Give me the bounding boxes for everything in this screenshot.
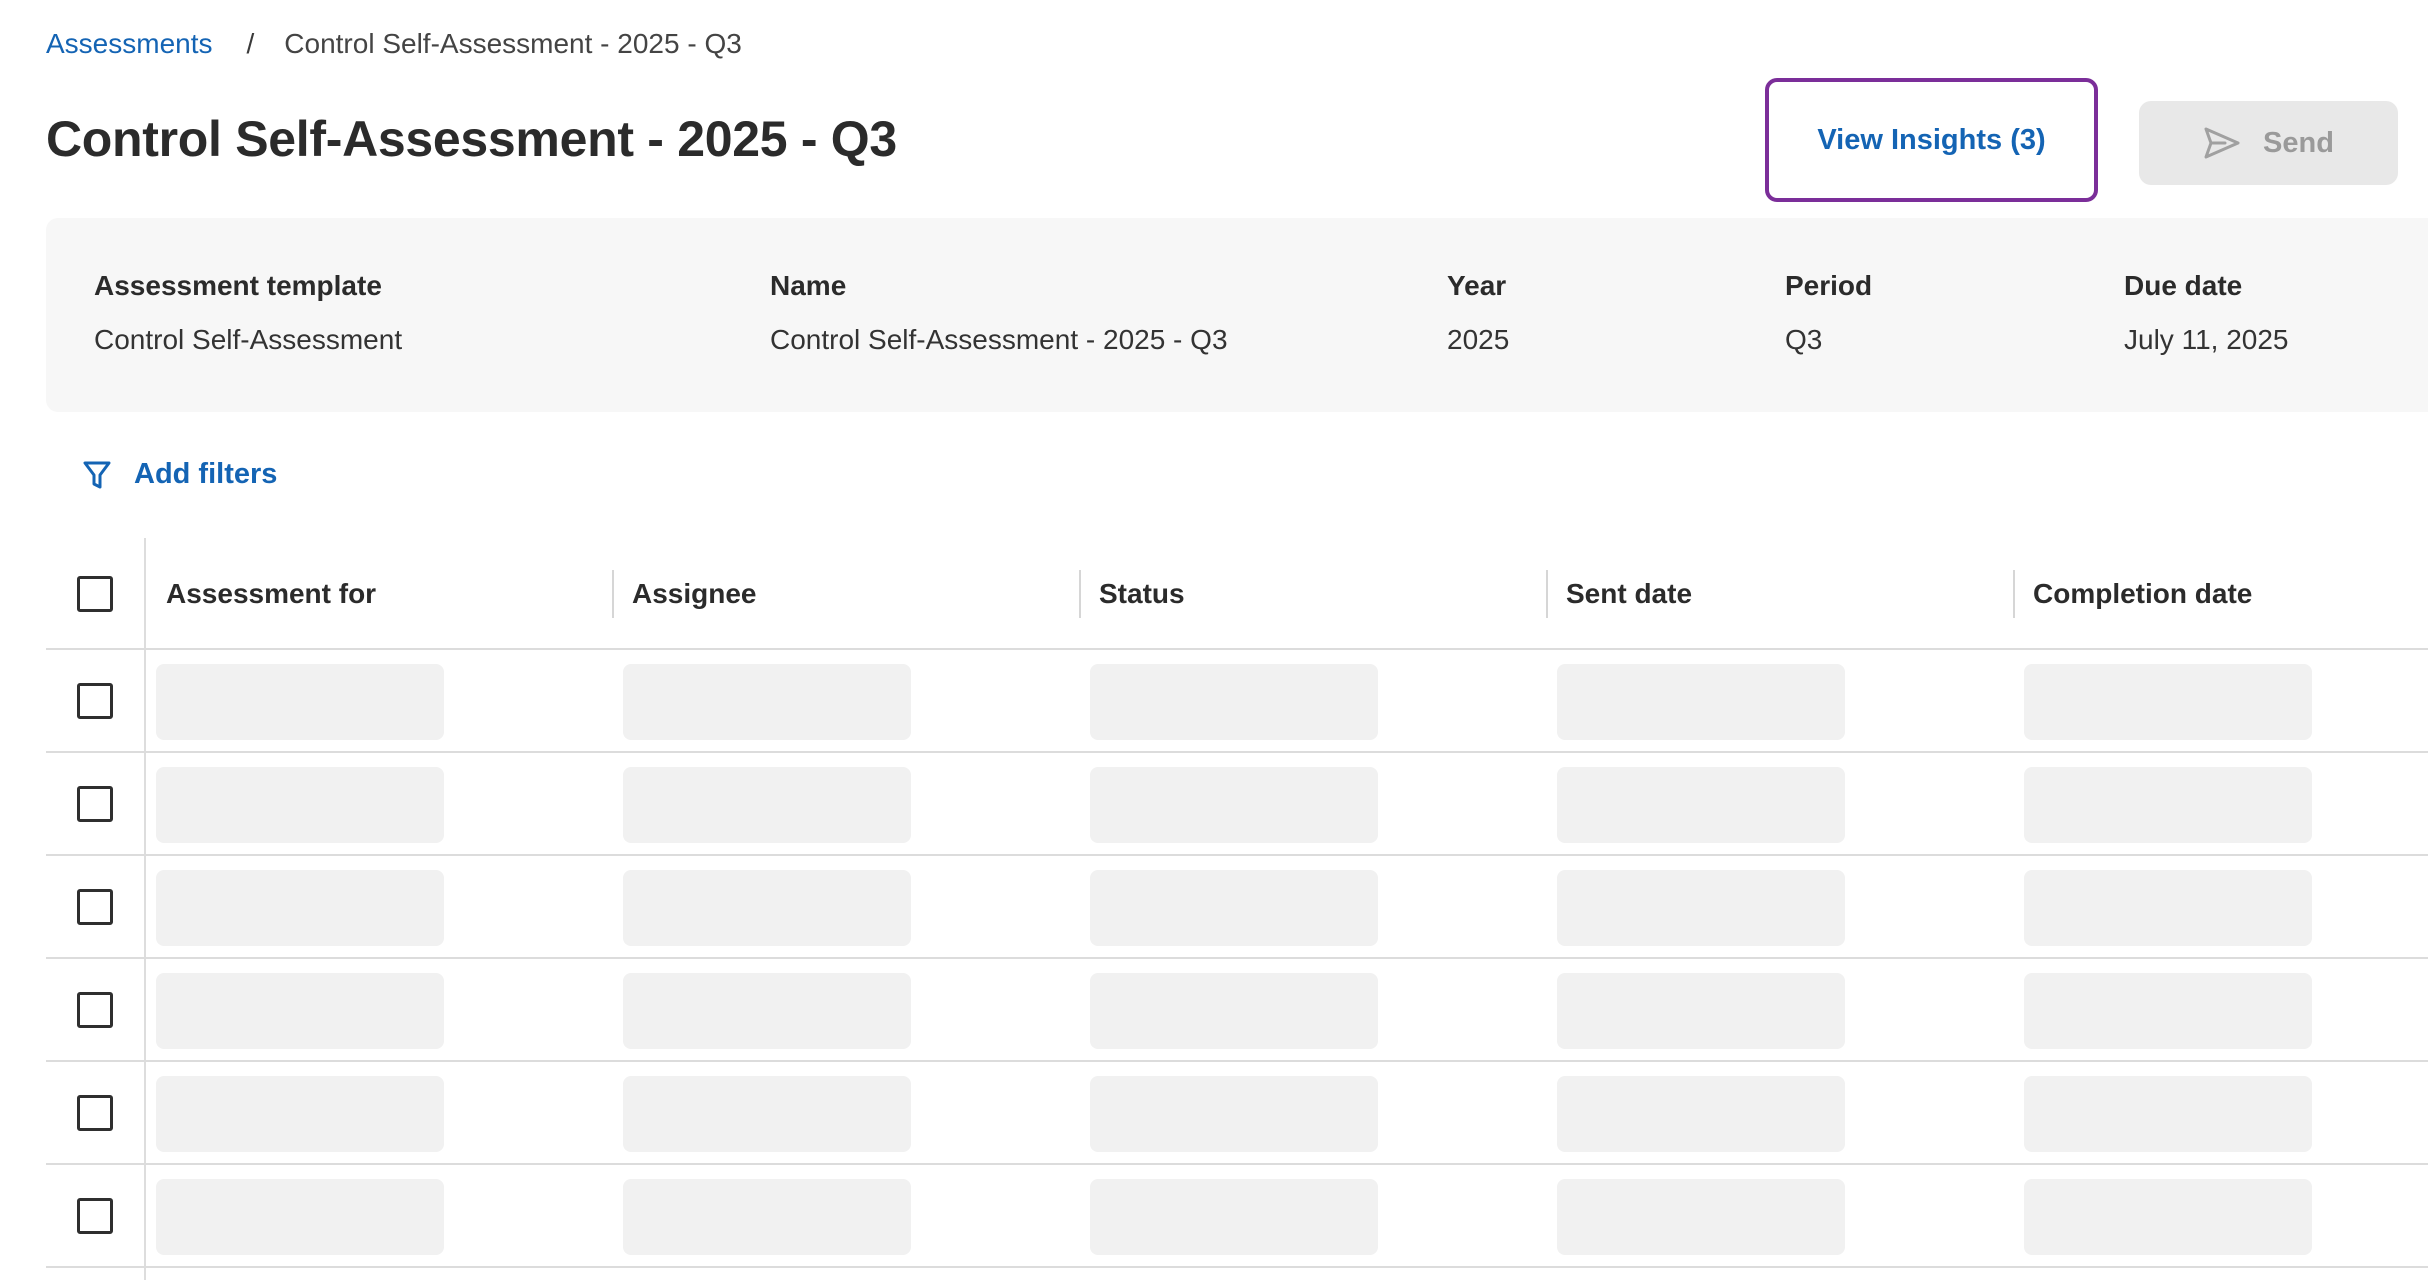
select-all-checkbox[interactable] [77,576,113,612]
assessment-summary-panel: Assessment template Control Self-Assessm… [46,218,2428,412]
field-label: Period [1785,270,1873,301]
loading-skeleton-cell [156,664,444,740]
breadcrumb-separator: / [246,28,255,59]
column-header-sent-date[interactable]: Sent date [1566,538,1692,650]
row-checkbox[interactable] [77,991,113,1028]
loading-skeleton-cell [1090,1179,1378,1255]
view-insights-label: View Insights (3) [1817,123,2046,156]
column-resize-handle[interactable] [612,570,614,618]
field-value: Control Self-Assessment - 2025 - Q3 [770,324,1228,355]
column-resize-handle[interactable] [1546,570,1548,618]
column-header-assignee[interactable]: Assignee [632,538,757,650]
field-value: 2025 [1447,324,1510,355]
add-filters-button[interactable]: Add filters [82,458,277,491]
summary-field-period: Period Q3 [1785,270,1872,356]
loading-skeleton-cell [623,1076,911,1152]
loading-skeleton-cell [1090,1076,1378,1152]
column-header-completion-date[interactable]: Completion date [2033,538,2252,650]
loading-skeleton-cell [1557,1179,1845,1255]
view-insights-button[interactable]: View Insights (3) [1765,78,2098,202]
breadcrumb: Assessments / Control Self-Assessment - … [46,28,742,60]
loading-skeleton-cell [1090,973,1378,1049]
send-icon [2204,127,2240,159]
field-label: Name [770,270,847,301]
field-label: Year [1447,270,1507,301]
column-resize-handle[interactable] [1079,570,1081,618]
loading-skeleton-cell [1557,664,1845,740]
loading-skeleton-cell [156,973,444,1049]
table-row [46,753,2428,856]
row-checkbox[interactable] [77,1197,113,1234]
loading-skeleton-cell [2024,870,2312,946]
row-checkbox[interactable] [77,1094,113,1131]
row-checkbox[interactable] [77,785,113,822]
table-row [46,959,2428,1062]
summary-field-due-date: Due date July 11, 2025 [2124,270,2289,356]
loading-skeleton-cell [156,767,444,843]
loading-skeleton-cell [156,870,444,946]
table-row [46,650,2428,753]
field-value: Q3 [1785,324,1823,355]
assessment-table: Assessment for Assignee Status Sent date… [46,538,2428,1280]
column-resize-handle[interactable] [2013,570,2015,618]
summary-field-template: Assessment template Control Self-Assessm… [94,270,402,356]
loading-skeleton-cell [2024,973,2312,1049]
page-title: Control Self-Assessment - 2025 - Q3 [46,111,897,167]
table-body [46,650,2428,1268]
row-checkbox[interactable] [77,682,113,719]
column-header-status[interactable]: Status [1099,538,1185,650]
loading-skeleton-cell [1090,664,1378,740]
loading-skeleton-cell [2024,1179,2312,1255]
loading-skeleton-cell [1557,870,1845,946]
table-header: Assessment for Assignee Status Sent date… [46,538,2428,650]
field-label: Due date [2124,270,2243,301]
loading-skeleton-cell [623,767,911,843]
send-button[interactable]: Send [2139,101,2398,185]
column-header-assessment-for[interactable]: Assessment for [166,538,376,650]
loading-skeleton-cell [156,1076,444,1152]
table-row [46,856,2428,959]
summary-field-name: Name Control Self-Assessment - 2025 - Q3 [770,270,1228,356]
loading-skeleton-cell [623,973,911,1049]
breadcrumb-link-assessments[interactable]: Assessments [46,28,213,60]
loading-skeleton-cell [623,664,911,740]
row-checkbox[interactable] [77,888,113,925]
add-filters-label: Add filters [134,458,278,490]
table-row [46,1062,2428,1165]
breadcrumb-current: Control Self-Assessment - 2025 - Q3 [284,28,742,59]
loading-skeleton-cell [1090,767,1378,843]
loading-skeleton-cell [1557,1076,1845,1152]
loading-skeleton-cell [623,1179,911,1255]
loading-skeleton-cell [623,870,911,946]
send-label: Send [2263,126,2334,159]
loading-skeleton-cell [156,1179,444,1255]
filter-icon [83,461,111,488]
field-label: Assessment template [94,270,382,301]
field-value: July 11, 2025 [2124,324,2289,355]
assessment-page: Assessments / Control Self-Assessment - … [0,0,2428,1280]
table-row [46,1165,2428,1268]
loading-skeleton-cell [2024,767,2312,843]
loading-skeleton-cell [2024,664,2312,740]
field-value: Control Self-Assessment [94,324,403,355]
loading-skeleton-cell [1557,767,1845,843]
loading-skeleton-cell [1090,870,1378,946]
loading-skeleton-cell [2024,1076,2312,1152]
loading-skeleton-cell [1557,973,1845,1049]
summary-field-year: Year 2025 [1447,270,1509,356]
